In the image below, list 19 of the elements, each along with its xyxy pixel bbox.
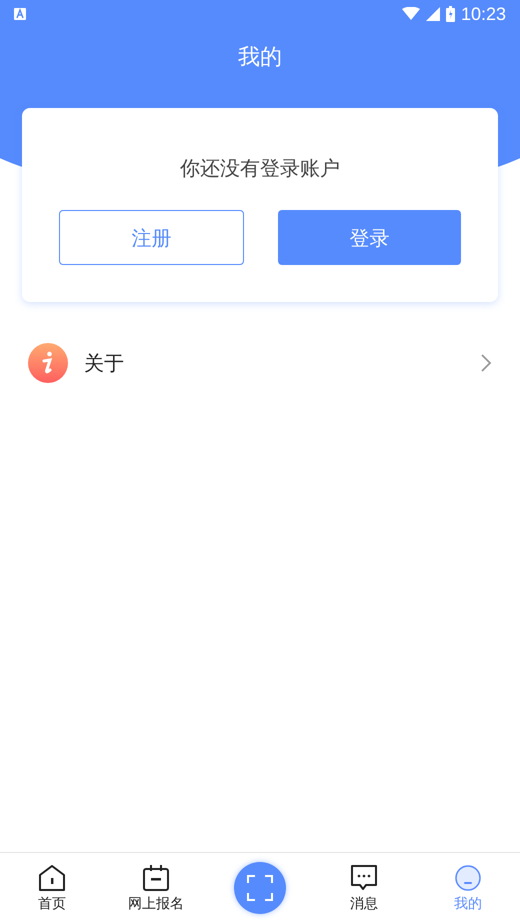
page-title: 我的 [238,44,282,72]
scan-icon [247,874,273,900]
wifi-icon [402,7,420,21]
chat-icon [349,864,379,892]
app-notification-icon [14,8,26,20]
status-time: 10:23 [460,2,506,26]
menu-label: 关于 [84,350,125,377]
login-prompt: 你还没有登录账户 [180,155,340,182]
house-icon [37,864,67,892]
nav-tab[interactable]: 网上报名 [104,860,208,915]
signal-icon [426,7,440,21]
profile-icon [454,864,482,892]
nav-tab[interactable]: 消息 [312,860,416,915]
nav-tab[interactable]: 首页 [0,860,104,915]
scan-button[interactable] [234,862,286,914]
calendar-icon [141,864,171,892]
menu-item[interactable]: 关于 [0,338,520,388]
info-icon [28,343,68,383]
chevron-right-icon [480,353,492,373]
